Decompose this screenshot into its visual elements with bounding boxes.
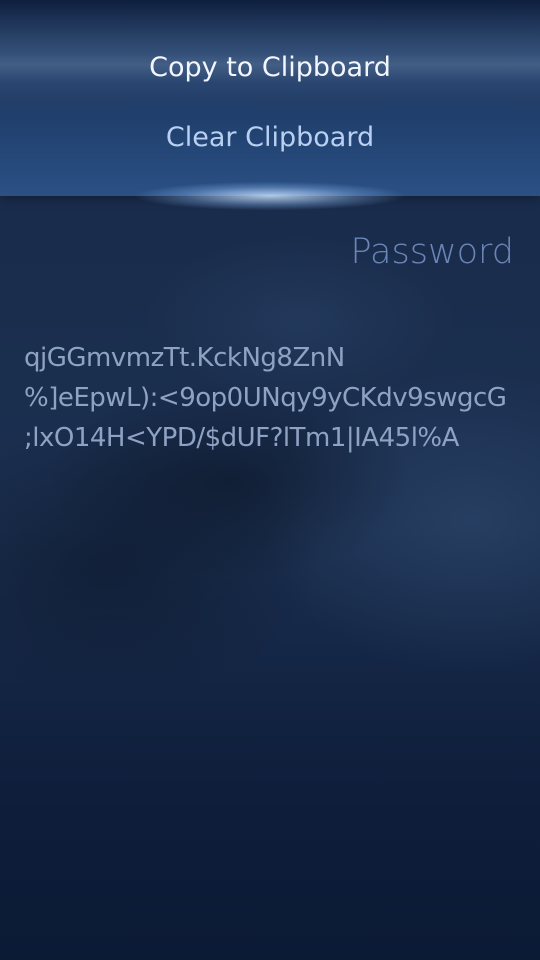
page-title: Password: [350, 232, 514, 272]
password-line: ;lxO14H<YPD/$dUF?lTm1|IA45l%A: [24, 423, 459, 453]
copy-to-clipboard-menu-item[interactable]: Copy to Clipboard: [0, 50, 540, 86]
pulley-menu: Copy to Clipboard Clear Clipboard: [0, 0, 540, 196]
password-line: %]eEpwL):<9op0UNqy9yCKdv9swgcG: [24, 383, 507, 413]
password-display: qjGGmvmzTt.KckNg8ZnN %]eEpwL):<9op0UNqy9…: [24, 338, 524, 458]
password-line: qjGGmvmzTt.KckNg8ZnN: [24, 343, 345, 373]
clear-clipboard-menu-item[interactable]: Clear Clipboard: [0, 120, 540, 156]
